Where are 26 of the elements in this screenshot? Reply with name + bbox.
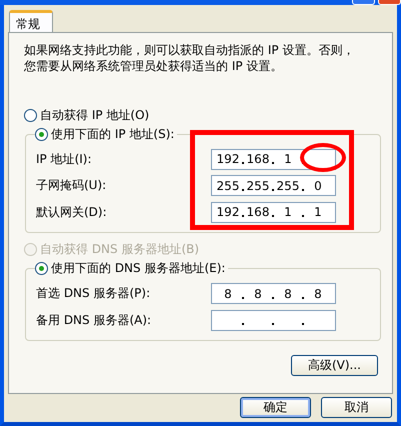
highlight-ellipse — [300, 143, 346, 172]
cancel-button[interactable]: 取消 — [321, 397, 392, 418]
tab[interactable]: 常规 — [9, 10, 53, 32]
field-label: 默认网关(D): — [36, 204, 108, 221]
radio-button[interactable] — [35, 262, 48, 275]
ip-address-field[interactable] — [211, 310, 336, 331]
radio-label: 使用下面的 DNS 服务器地址(E): — [51, 260, 226, 277]
field-label: 子网掩码(U): — [36, 177, 108, 194]
ip-address-field[interactable]: 255 255 255 0 — [211, 175, 336, 196]
description-text: 如果网络支持此功能，则可以获取自动指派的 IP 设置。否则， — [24, 42, 354, 58]
radio-label: 自动获得 DNS 服务器地址(B) — [40, 241, 200, 258]
description-text: 您需要从网络系统管理员处获得适当的 IP 设置。 — [24, 58, 282, 74]
radio-button[interactable] — [35, 128, 48, 140]
field-label: IP 地址(I): — [36, 150, 93, 168]
ok-button[interactable]: 确定 — [240, 397, 311, 418]
field-label: 首选 DNS 服务器(P): — [36, 285, 152, 302]
ip-address-field[interactable]: 192 168 1 1 — [211, 202, 336, 223]
advanced-button[interactable]: 高级(V)... — [291, 354, 378, 376]
window-button[interactable] — [352, 0, 375, 5]
radio-button[interactable] — [24, 108, 37, 122]
radio-label: 自动获得 IP 地址(O) — [40, 106, 150, 124]
close-button[interactable] — [378, 0, 401, 5]
ip-address-field[interactable]: 192 168 1 — [211, 148, 336, 170]
field-label: 备用 DNS 服务器(A): — [36, 312, 152, 329]
radio-label: 使用下面的 IP 地址(S): — [51, 126, 174, 142]
ip-address-field[interactable]: 8 8 8 8 — [211, 283, 336, 304]
